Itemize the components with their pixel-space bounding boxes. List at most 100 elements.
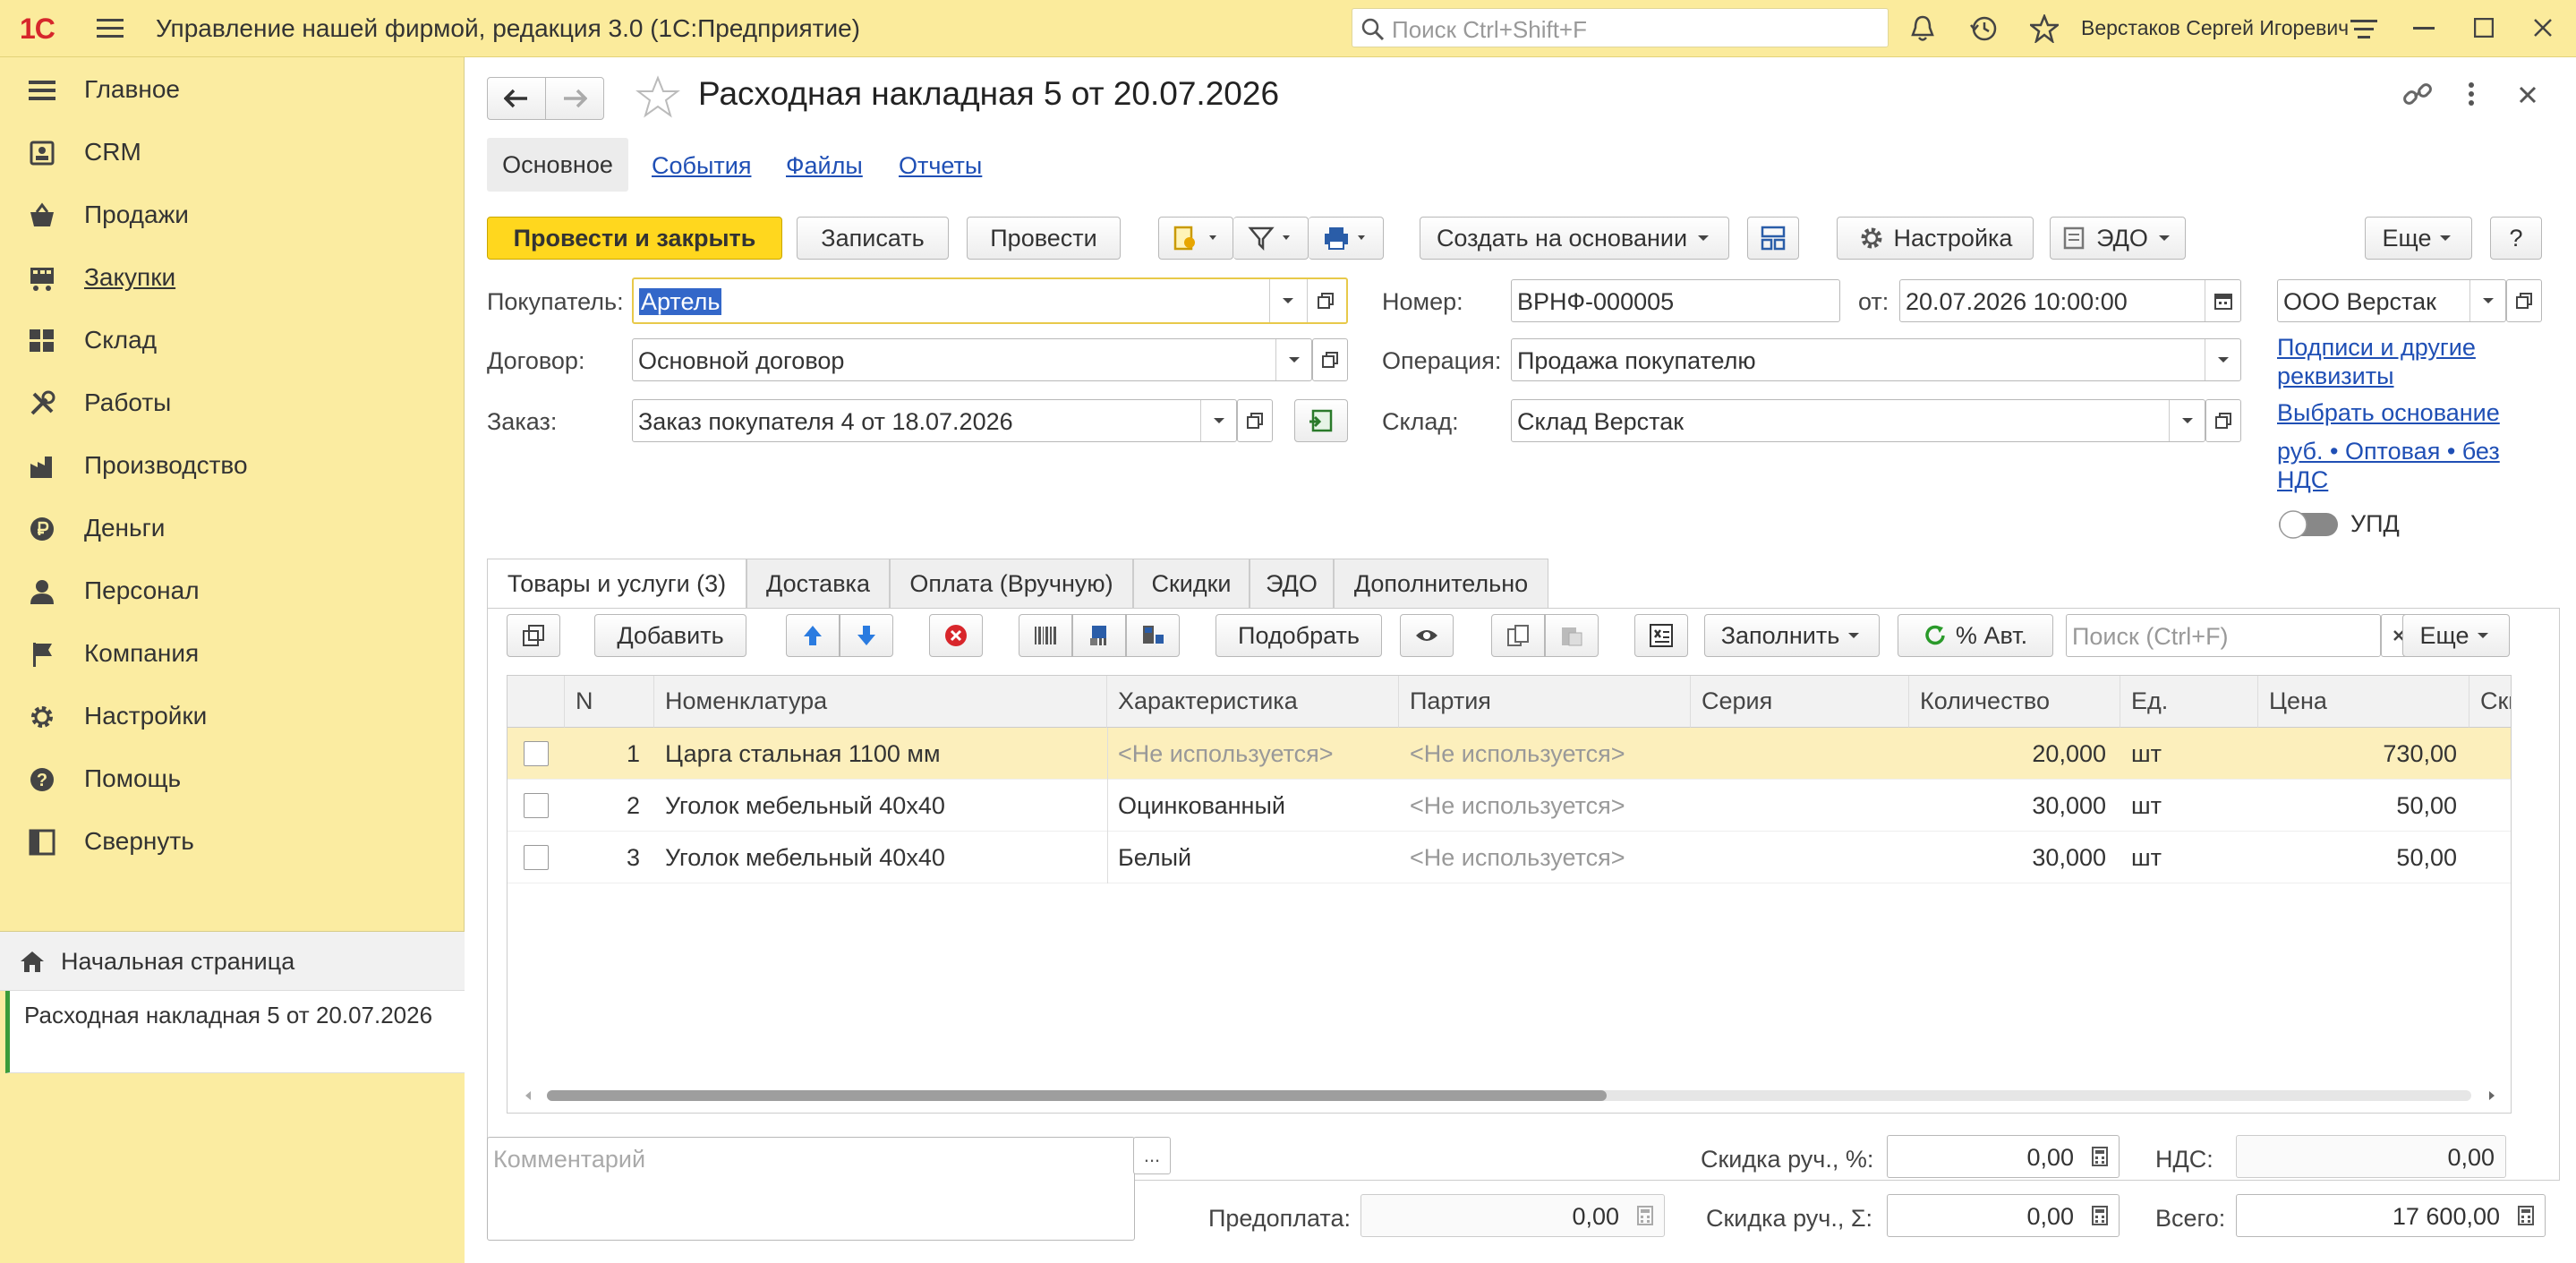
sidebar-item-main[interactable]: Главное xyxy=(0,59,465,122)
user-name[interactable]: Верстаков Сергей Игоревич xyxy=(2081,16,2349,40)
row-checkbox[interactable] xyxy=(524,845,549,870)
more-vertical-icon[interactable] xyxy=(2467,82,2476,106)
delete-row-button[interactable] xyxy=(929,614,983,657)
sidebar-item-crm[interactable]: CRM xyxy=(0,122,465,184)
column-header-price[interactable]: Цена xyxy=(2258,676,2469,728)
filter-button[interactable] xyxy=(1233,217,1309,260)
table-row[interactable]: 2 Уголок мебельный 40х40 Оцинкованный <Н… xyxy=(508,780,2511,832)
copy-rows-button[interactable] xyxy=(507,614,560,657)
calculator-icon[interactable] xyxy=(2507,1195,2545,1236)
prepay-field[interactable]: 0,00 xyxy=(1361,1194,1665,1237)
tab-edo[interactable]: ЭДО xyxy=(1250,559,1334,609)
tab-delivery[interactable]: Доставка xyxy=(746,559,890,609)
sidebar-item-company[interactable]: Компания xyxy=(0,623,465,686)
sidebar-item-money[interactable]: Деньги xyxy=(0,498,465,560)
comment-field[interactable]: Комментарий xyxy=(487,1137,1135,1241)
open-document-tab[interactable]: Расходная накладная 5 от 20.07.2026 xyxy=(5,991,465,1073)
view-button[interactable] xyxy=(1400,614,1454,657)
column-header-unit[interactable]: Ед. xyxy=(2120,676,2258,728)
post-and-close-button[interactable]: Провести и закрыть xyxy=(487,217,782,260)
sidebar-item-warehouse[interactable]: Склад xyxy=(0,310,465,372)
column-header-n[interactable]: N xyxy=(565,676,654,728)
section-tab-main[interactable]: Основное xyxy=(487,138,628,192)
table-more-button[interactable]: Еще xyxy=(2402,614,2510,657)
company-open-button[interactable] xyxy=(2506,279,2542,322)
sidebar-item-personnel[interactable]: Персонал xyxy=(0,560,465,623)
move-down-button[interactable] xyxy=(840,614,893,657)
calculator-icon[interactable] xyxy=(2081,1136,2119,1177)
section-tab-reports[interactable]: Отчеты xyxy=(899,152,982,180)
buyer-field[interactable]: Артель xyxy=(632,277,1348,324)
dropdown-button[interactable] xyxy=(1269,279,1305,322)
close-icon[interactable] xyxy=(2533,18,2553,38)
company-field[interactable]: ООО Верстак xyxy=(2277,279,2506,322)
tab-discounts[interactable]: Скидки xyxy=(1133,559,1250,609)
star-icon[interactable] xyxy=(2030,14,2059,43)
fill-button[interactable]: Заполнить xyxy=(1704,614,1880,657)
paste-button[interactable] xyxy=(1545,614,1599,657)
minimize-icon[interactable] xyxy=(2413,27,2435,30)
sidebar-item-help[interactable]: ? Помощь xyxy=(0,748,465,811)
column-header-batch[interactable]: Партия xyxy=(1399,676,1691,728)
forward-button[interactable] xyxy=(545,77,604,120)
sidebar-item-production[interactable]: Производство xyxy=(0,435,465,498)
signatures-link[interactable]: Подписи и другие реквизиты xyxy=(2277,333,2555,390)
row-checkbox[interactable] xyxy=(524,793,549,818)
horizontal-scrollbar[interactable] xyxy=(508,1079,2511,1113)
help-button[interactable]: ? xyxy=(2490,217,2542,260)
column-header-series[interactable]: Серия xyxy=(1691,676,1909,728)
discount-sum-field[interactable]: 0,00 xyxy=(1887,1194,2120,1237)
total-field[interactable]: 17 600,00 xyxy=(2236,1194,2546,1237)
section-tab-files[interactable]: Файлы xyxy=(786,152,863,180)
calendar-button[interactable] xyxy=(2205,280,2240,321)
settings-button[interactable]: Настройка xyxy=(1837,217,2034,260)
link-icon[interactable] xyxy=(2402,79,2433,109)
barcode-button[interactable] xyxy=(1019,614,1072,657)
data-collection-button[interactable] xyxy=(1126,614,1180,657)
sidebar-item-collapse[interactable]: Свернуть xyxy=(0,811,465,874)
tab-payment[interactable]: Оплата (Вручную) xyxy=(890,559,1133,609)
create-based-on-button[interactable]: Создать на основании xyxy=(1420,217,1729,260)
bell-icon[interactable] xyxy=(1908,14,1937,43)
sidebar-item-sales[interactable]: Продажи xyxy=(0,184,465,247)
scan-button[interactable] xyxy=(1072,614,1126,657)
sidebar-item-purchases[interactable]: Закупки xyxy=(0,247,465,310)
sidebar-item-works[interactable]: Работы xyxy=(0,372,465,435)
table-search-input[interactable]: Поиск (Ctrl+F) xyxy=(2066,614,2381,657)
operation-field[interactable]: Продажа покупателю xyxy=(1511,338,2241,381)
order-open-button[interactable] xyxy=(1237,399,1273,442)
create-from-template-button[interactable] xyxy=(1158,217,1233,260)
dropdown-button[interactable] xyxy=(2469,280,2505,321)
contract-open-button[interactable] xyxy=(1312,338,1348,381)
favorite-star-icon[interactable] xyxy=(635,75,680,120)
global-search-input[interactable]: Поиск Ctrl+Shift+F xyxy=(1352,8,1889,47)
upd-toggle[interactable] xyxy=(2277,508,2341,540)
auto-percent-button[interactable]: % Авт. xyxy=(1898,614,2053,657)
add-row-button[interactable]: Добавить xyxy=(594,614,746,657)
section-tab-events[interactable]: События xyxy=(652,152,751,180)
tab-additional[interactable]: Дополнительно xyxy=(1334,559,1548,609)
copy-button[interactable] xyxy=(1491,614,1545,657)
close-form-icon[interactable] xyxy=(2519,86,2537,104)
calculator-icon[interactable] xyxy=(2081,1195,2119,1236)
structure-button[interactable] xyxy=(1747,217,1799,260)
more-button[interactable]: Еще xyxy=(2365,217,2472,260)
dropdown-button[interactable] xyxy=(1200,400,1236,441)
maximize-icon[interactable] xyxy=(2474,18,2494,38)
sidebar-item-settings[interactable]: Настройки xyxy=(0,686,465,748)
tab-goods[interactable]: Товары и услуги (3) xyxy=(487,559,746,609)
history-icon[interactable] xyxy=(1969,14,1998,43)
home-page-tab[interactable]: Начальная страница xyxy=(0,932,465,991)
print-button[interactable] xyxy=(1309,217,1384,260)
warehouse-field[interactable]: Склад Верстак xyxy=(1511,399,2205,442)
move-up-button[interactable] xyxy=(786,614,840,657)
warehouse-open-button[interactable] xyxy=(2205,399,2241,442)
column-header-item[interactable]: Номенклатура xyxy=(654,676,1107,728)
excel-import-button[interactable] xyxy=(1634,614,1688,657)
fill-by-order-button[interactable] xyxy=(1294,399,1348,442)
pick-items-button[interactable]: Подобрать xyxy=(1215,614,1382,657)
table-row[interactable]: 1 Царга стальная 1100 мм <Не используетс… xyxy=(508,728,2511,780)
save-button[interactable]: Записать xyxy=(797,217,949,260)
main-menu-icon[interactable] xyxy=(97,16,124,41)
edo-button[interactable]: ЭДО xyxy=(2050,217,2186,260)
